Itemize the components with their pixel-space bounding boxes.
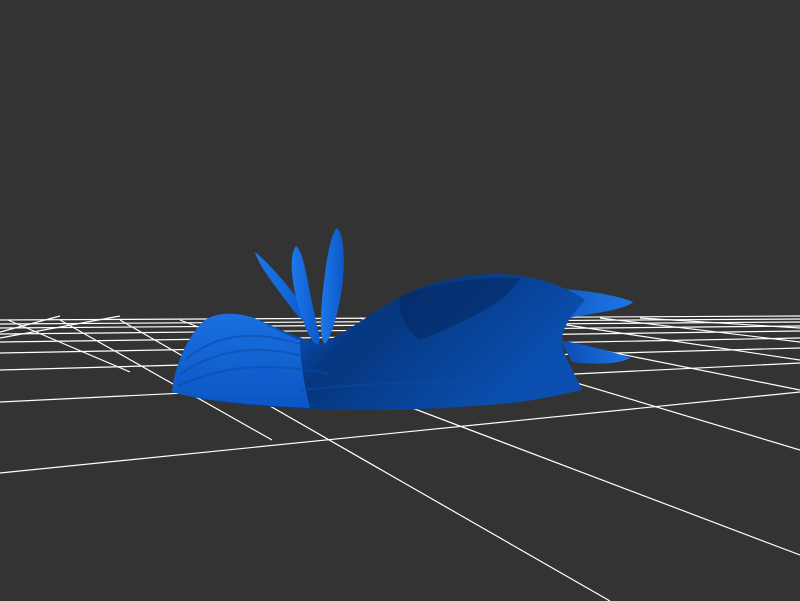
model-rear-fin-lower [560, 340, 630, 364]
3d-viewport[interactable] [0, 0, 800, 601]
3d-model[interactable] [172, 228, 633, 411]
model-front-face [172, 313, 310, 408]
model-spike-center [291, 246, 320, 345]
model-spike-right [320, 228, 344, 344]
scene-canvas[interactable] [0, 0, 800, 601]
